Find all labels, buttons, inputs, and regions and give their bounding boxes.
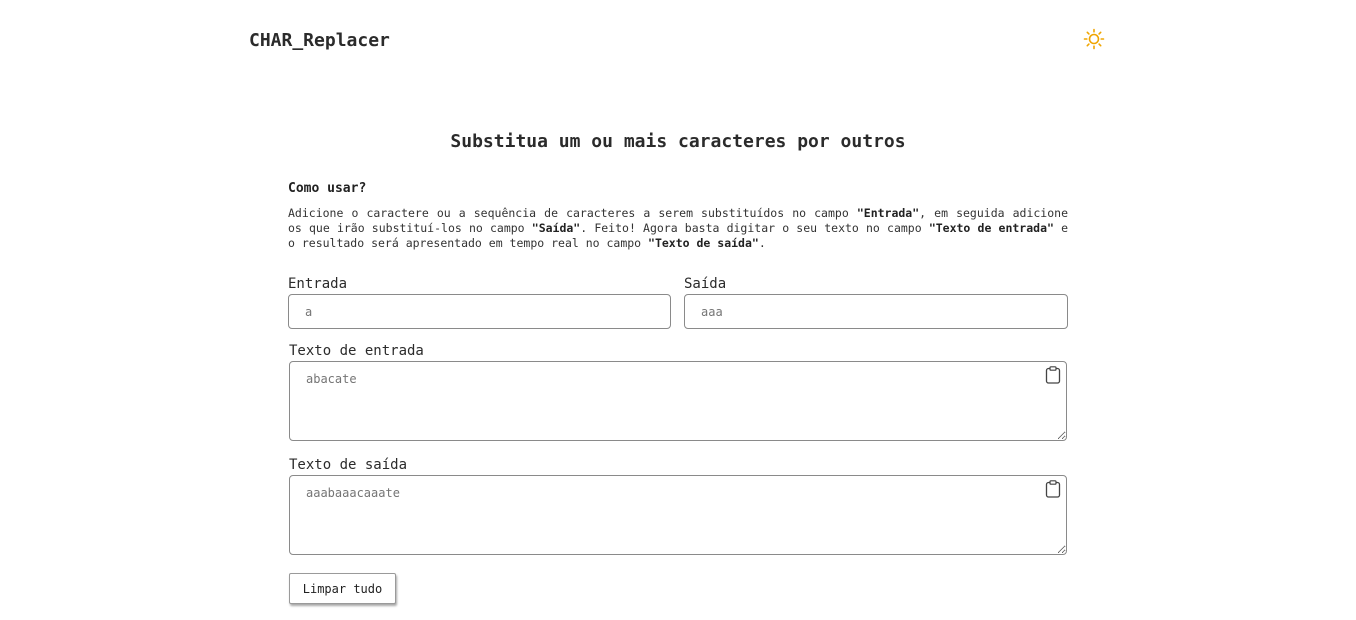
sun-icon [1083,28,1105,50]
howto-keyword-texto-entrada: "Texto de entrada" [928,221,1054,235]
app-brand[interactable]: CHAR_Replacer [249,30,390,51]
howto-text-5: . [758,236,766,250]
howto-description: Adicione o caractere ou a sequência de c… [288,206,1068,251]
clipboard-icon [1045,480,1061,498]
texto-saida-textarea[interactable] [289,475,1067,555]
saida-input[interactable] [684,294,1068,329]
texto-entrada-label: Texto de entrada [289,343,424,359]
entrada-input[interactable] [288,294,671,329]
page-title: Substitua um ou mais caracteres por outr… [450,131,906,152]
texto-entrada-textarea[interactable] [289,361,1067,441]
howto-text-1: Adicione o caractere ou a sequência de c… [288,206,857,220]
howto-keyword-texto-saida: "Texto de saída" [648,236,759,250]
copy-input-button[interactable] [1045,366,1061,384]
clear-all-button[interactable]: Limpar tudo [289,573,396,604]
howto-text-3: . Feito! Agora basta digitar o seu texto… [580,221,929,235]
saida-label: Saída [684,276,727,292]
entrada-label: Entrada [288,276,348,292]
howto-title: Como usar? [288,181,367,196]
clipboard-icon [1045,366,1061,384]
howto-keyword-entrada: "Entrada" [856,206,920,220]
howto-keyword-saida: "Saída" [531,221,581,235]
texto-saida-label: Texto de saída [289,457,408,473]
copy-output-button[interactable] [1045,480,1061,498]
theme-toggle-button[interactable] [1083,28,1105,50]
